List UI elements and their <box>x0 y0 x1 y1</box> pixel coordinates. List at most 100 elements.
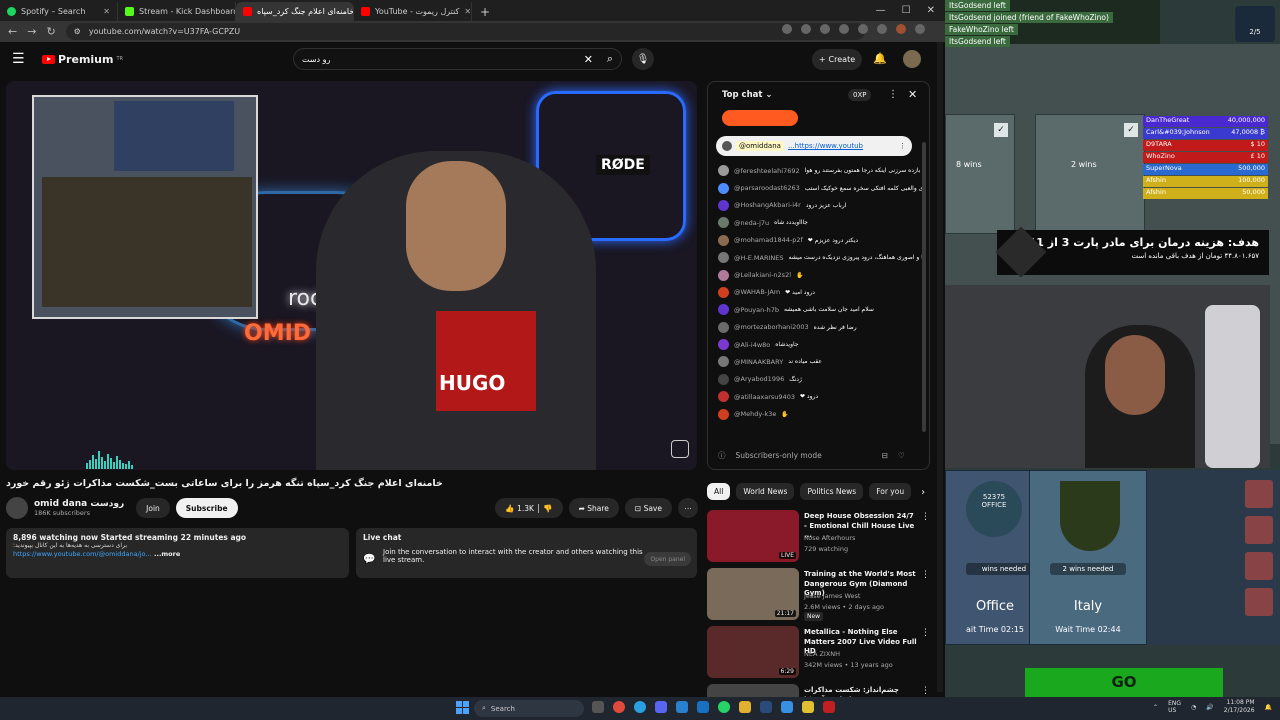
hamburger-menu-icon[interactable]: ☰ <box>12 51 30 67</box>
forward-icon[interactable]: → <box>27 25 36 38</box>
whatsapp-icon[interactable] <box>718 701 730 713</box>
app-icon[interactable] <box>676 701 688 713</box>
chevron-right-icon[interactable]: › <box>921 483 925 501</box>
windows-start-icon[interactable] <box>456 701 469 714</box>
chat-author[interactable]: @neda-j7u <box>734 219 769 227</box>
chip-all[interactable]: All <box>707 483 731 500</box>
tab-spotify[interactable]: Spotify – Search ✕ <box>0 2 118 21</box>
chat-message[interactable]: @H-E.MARINES سنا و اصوری هماهنگ، درود پیر… <box>718 249 923 266</box>
video-player[interactable]: roc OMID D HUGO RØDE <box>6 81 697 470</box>
video-thumbnail[interactable] <box>707 684 799 697</box>
app-icon[interactable] <box>781 701 793 713</box>
extension-icon[interactable] <box>839 24 849 34</box>
site-info-icon[interactable]: ⚙ <box>74 27 81 36</box>
chat-author[interactable]: @mortezaborhani2003 <box>734 323 809 331</box>
video-channel[interactable]: Rose Afterhours <box>804 534 855 542</box>
task-view-icon[interactable] <box>592 701 604 713</box>
subscribe-button[interactable]: Subscribe <box>175 498 238 518</box>
microphone-icon[interactable]: 🎙 <box>632 48 654 70</box>
account-avatar[interactable] <box>903 50 921 68</box>
map-card-left[interactable]: ✓ 8 wins <box>945 114 1015 234</box>
chat-author[interactable]: @MINAAKBARY <box>734 358 783 366</box>
chat-message[interactable]: @fereshteelahi7692 بازده سرزنی اینکه درجا… <box>718 162 923 179</box>
notes-icon[interactable] <box>802 701 814 713</box>
search-input[interactable]: رو دست ✕ ⌕ <box>293 48 622 70</box>
recommended-video[interactable]: 6:29 Metallica - Nothing Else Matters 200… <box>707 626 932 680</box>
chip-politics-news[interactable]: Politics News <box>800 483 864 500</box>
tab-kick[interactable]: Stream - Kick Dashboard✕ <box>118 2 236 21</box>
reload-icon[interactable]: ↻ <box>46 25 55 38</box>
steam-icon[interactable] <box>760 701 772 713</box>
recommended-video[interactable]: چشم‌انداز: شکست مذاکرات ایران و آمریکا⋮ <box>707 684 932 697</box>
chat-message[interactable]: @mortezaborhani2003 رضا فر نظر شده <box>718 319 923 336</box>
notifications-icon[interactable]: 🔔 <box>1265 704 1272 711</box>
file-explorer-icon[interactable] <box>739 701 751 713</box>
more-actions-icon[interactable]: ⋯ <box>678 498 698 518</box>
save-button[interactable]: ⊡ Save <box>624 498 672 518</box>
browser-menu-icon[interactable] <box>915 24 925 34</box>
tab-youtube-remote[interactable]: YouTube - کنترل ریموت ✕ <box>354 2 472 21</box>
chat-scrollbar[interactable] <box>922 142 926 432</box>
chrome-icon[interactable] <box>613 701 625 713</box>
recommended-video[interactable]: 21:17 Training at the World's Most Danger… <box>707 568 932 622</box>
join-button[interactable]: Join <box>136 498 170 518</box>
search-icon[interactable]: ⌕ <box>607 52 613 66</box>
profile-icon[interactable] <box>896 24 906 34</box>
video-channel[interactable]: NEA ZIXNH <box>804 650 840 658</box>
chat-author[interactable]: @mohamad1844-p2f <box>734 236 803 244</box>
xp-badge[interactable]: 0XP <box>848 89 872 101</box>
extension-icon[interactable] <box>858 24 868 34</box>
chat-author[interactable]: @Leilakiani-n2s2l <box>734 271 791 279</box>
like-button[interactable]: 👍 1.3K │ 👎 <box>495 498 563 518</box>
wifi-icon[interactable]: ◔ <box>1191 704 1196 711</box>
open-panel-button[interactable]: Open panel <box>644 552 691 566</box>
chat-author[interactable]: @atillaaxarsu9403 <box>734 393 795 401</box>
video-thumbnail[interactable]: 21:17 <box>707 568 799 620</box>
close-window-icon[interactable]: ✕ <box>927 5 935 16</box>
chat-message[interactable]: @atillaaxarsu9403 ❤ درود <box>718 388 923 405</box>
pinned-message[interactable]: @omiddana ...https://www.youtub ⋮ <box>716 136 912 156</box>
youtube-logo[interactable]: Premium TR <box>42 53 123 66</box>
chat-author[interactable]: @Ali-i4w8o <box>734 341 770 349</box>
share-button[interactable]: ➦ Share <box>568 498 619 518</box>
chat-message[interactable]: @WAHAB-JAm ❤ درود امید <box>718 284 923 301</box>
taskbar-search[interactable]: ⌕ Search <box>474 700 584 717</box>
more-options-icon[interactable]: ⋮ <box>899 142 906 150</box>
more-options-icon[interactable]: ⋮ <box>921 570 930 580</box>
super-chat-ticker[interactable] <box>722 110 798 126</box>
close-icon[interactable]: ✕ <box>464 7 471 16</box>
chip-world-news[interactable]: World News <box>736 483 795 500</box>
video-thumbnail[interactable]: LIVE <box>707 510 799 562</box>
chat-author[interactable]: @HoshangAkbari-i4r <box>734 201 801 209</box>
page-scrollbar[interactable] <box>937 42 943 692</box>
map-card-italy[interactable]: 2 wins needed Italy Wait Time 02:44 <box>1029 470 1147 645</box>
chevron-up-icon[interactable]: ⌃ <box>1153 704 1158 711</box>
description-box[interactable]: 8,896 watching now Started streaming 22 … <box>6 528 349 578</box>
video-channel[interactable]: Jesse James West <box>804 592 860 600</box>
chip-for-you[interactable]: For you <box>869 483 912 500</box>
chat-author[interactable]: @parsaroodast6263 <box>734 184 800 192</box>
bookmark-star-icon[interactable] <box>801 24 811 34</box>
go-button[interactable]: GO <box>1025 668 1223 697</box>
chat-author[interactable]: @fereshteelahi7692 <box>734 167 800 175</box>
cast-icon[interactable] <box>782 24 792 34</box>
more-options-icon[interactable]: ⋮ <box>888 89 898 100</box>
volume-icon[interactable]: 🔊 <box>1206 704 1213 711</box>
chat-author[interactable]: @Pouyan-h7b <box>734 306 779 314</box>
chat-author[interactable]: @H-E.MARINES <box>734 254 784 262</box>
chat-author[interactable]: @Mehdy-k3e <box>734 410 776 418</box>
minimize-icon[interactable]: — <box>876 5 886 16</box>
close-chat-icon[interactable]: ✕ <box>908 88 917 101</box>
extension-icon[interactable] <box>820 24 830 34</box>
maximize-icon[interactable]: ☐ <box>902 5 911 16</box>
chat-message[interactable]: @mohamad1844-p2f ❤ دیکتر درود عزیزم <box>718 232 923 249</box>
kick-icon[interactable] <box>823 701 835 713</box>
mail-icon[interactable] <box>697 701 709 713</box>
heart-icon[interactable]: ♡ <box>898 451 905 460</box>
chat-message[interactable]: @parsaroodast6263 به صدای والعبی کلمه افت… <box>718 179 923 196</box>
more-options-icon[interactable]: ⋮ <box>921 628 930 638</box>
channel-avatar[interactable] <box>6 497 28 519</box>
new-tab-button[interactable]: + <box>472 2 498 21</box>
chat-message[interactable]: @MINAAKBARY عقب میاده ند <box>718 353 923 370</box>
discord-icon[interactable] <box>655 701 667 713</box>
